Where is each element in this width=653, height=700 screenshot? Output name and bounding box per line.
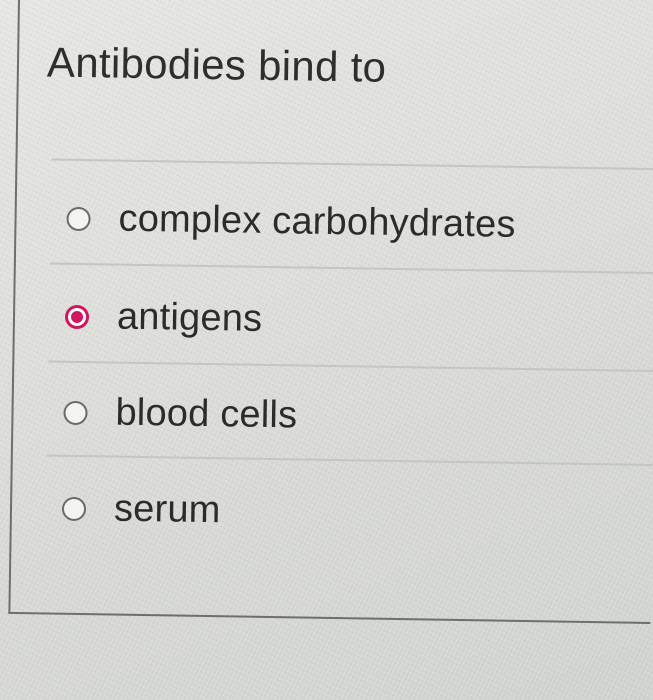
option-label: complex carbohydrates [118, 197, 516, 246]
option-label: antigens [116, 295, 263, 340]
divider [51, 158, 653, 171]
radio-button[interactable] [66, 206, 91, 231]
option-label: serum [113, 487, 221, 532]
option-complex-carbohydrates[interactable]: complex carbohydrates [66, 197, 516, 247]
option-label: blood cells [115, 391, 298, 437]
option-antigens[interactable]: antigens [64, 295, 263, 341]
question-text: Antibodies bind to [46, 38, 387, 91]
divider [49, 262, 653, 275]
radio-button[interactable] [61, 496, 87, 521]
option-blood-cells[interactable]: blood cells [63, 391, 298, 438]
divider [46, 454, 653, 467]
divider [48, 360, 653, 373]
option-serum[interactable]: serum [61, 487, 221, 532]
radio-button[interactable] [63, 400, 88, 425]
question-card: Antibodies bind to complex carbohydrates… [8, 0, 653, 625]
radio-button-selected[interactable] [64, 304, 90, 329]
